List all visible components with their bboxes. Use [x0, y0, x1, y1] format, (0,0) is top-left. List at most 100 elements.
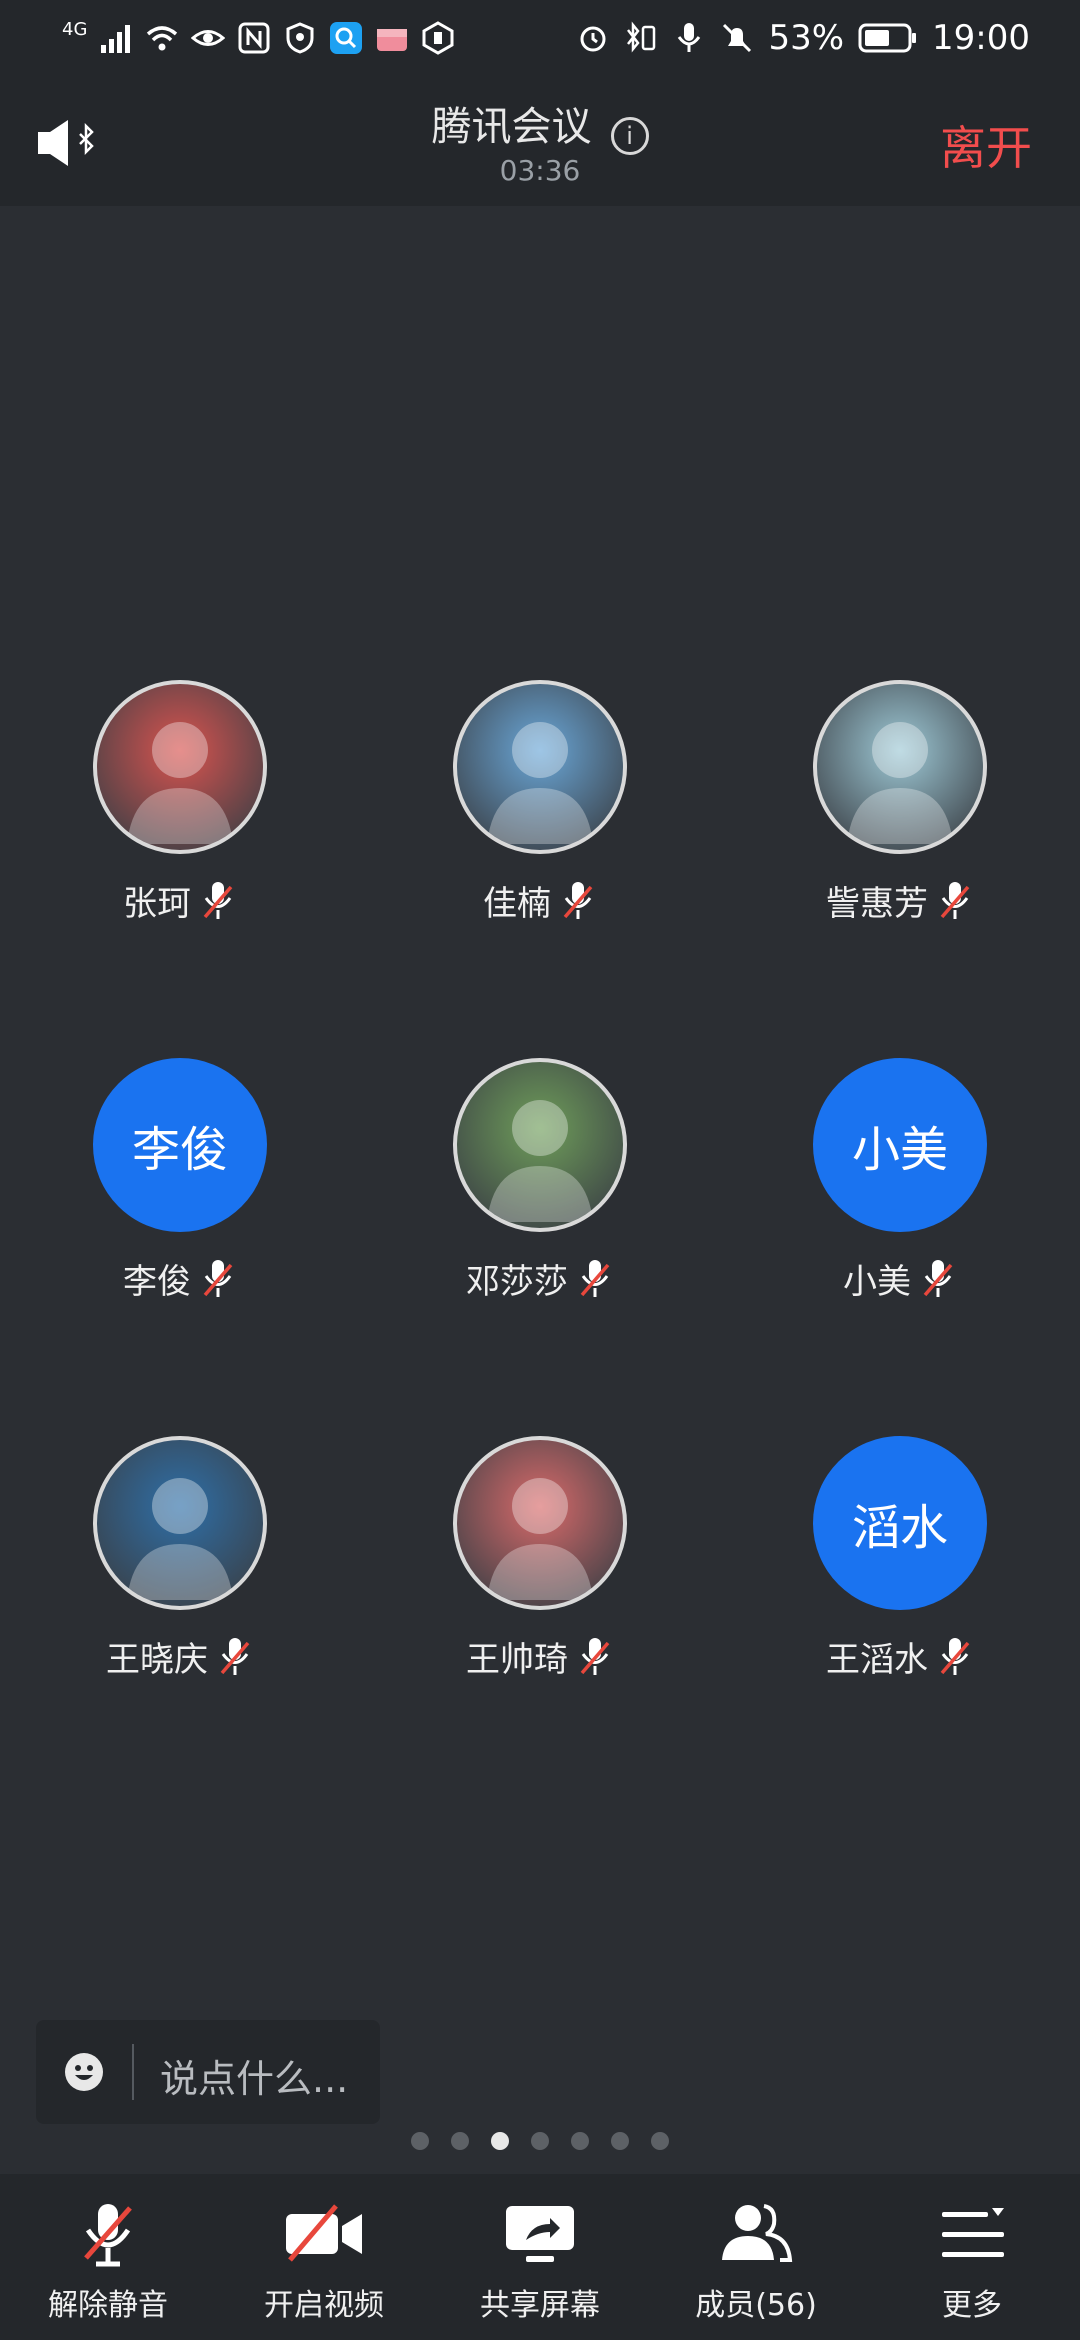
more-menu-icon [942, 2208, 1004, 2257]
participant-avatar [813, 680, 987, 854]
notification-muted-icon [723, 23, 752, 53]
microphone-muted-icon [580, 1637, 610, 1675]
meeting-header: 腾讯会议 i 03:36 离开 [0, 76, 1080, 206]
chat-input[interactable]: 说点什么... [36, 2020, 380, 2124]
info-icon[interactable]: i [610, 116, 649, 155]
members-label: 成员(56) [695, 2288, 817, 2323]
participant-tile[interactable]: 小美 小美 [720, 1058, 1080, 1303]
participant-name: 王帅琦 [466, 1640, 568, 1680]
microphone-muted-icon [940, 881, 970, 919]
bottom-toolbar: 解除静音 开启视频 共享屏幕 成员(56) 更多 [0, 2174, 1080, 2340]
participant-tile[interactable]: 王晓庆 [0, 1436, 360, 1681]
status-left-icons: 4G [62, 14, 455, 62]
share-screen-button[interactable]: 共享屏幕 [432, 2198, 648, 2324]
participant-tile[interactable]: 王帅琦 [360, 1436, 720, 1681]
participant-name-row: 邓莎莎 [360, 1254, 720, 1303]
share-screen-label: 共享屏幕 [480, 2288, 600, 2323]
microphone-muted-icon [220, 1637, 250, 1675]
start-video-label: 开启视频 [264, 2288, 384, 2323]
participant-avatar [93, 1436, 267, 1610]
status-right-icons: 53% 19:00 [576, 14, 1030, 62]
participant-name: 佳楠 [483, 884, 551, 924]
participant-name: 李俊 [123, 1262, 191, 1302]
participant-avatar [93, 680, 267, 854]
participant-name: 王滔水 [826, 1640, 928, 1680]
participant-avatar [453, 1058, 627, 1232]
microphone-muted-icon [203, 881, 233, 919]
avatar-initials: 李俊 [131, 1122, 228, 1178]
microphone-muted-icon [563, 881, 593, 919]
status-bar: 4G 53% 19:00 [0, 0, 1080, 76]
microphone-muted-icon [923, 1259, 953, 1297]
microphone-muted-icon [84, 2204, 132, 2267]
page-indicator [0, 2132, 1080, 2150]
more-label: 更多 [942, 2288, 1002, 2323]
meeting-title-wrap: 腾讯会议 i [0, 94, 1080, 155]
page-dot[interactable] [411, 2132, 429, 2150]
participant-name-row: 佳楠 [360, 876, 720, 925]
participant-avatar [453, 1436, 627, 1610]
search-app-icon [330, 22, 363, 54]
unmute-label: 解除静音 [48, 2288, 168, 2323]
microphone-muted-icon [580, 1259, 610, 1297]
battery-percent: 53% [768, 18, 845, 58]
participant-name-row: 訾惠芳 [720, 876, 1080, 925]
start-video-button[interactable]: 开启视频 [216, 2198, 432, 2324]
meeting-title: 腾讯会议 [431, 104, 592, 150]
network-type: 4G [62, 18, 88, 40]
participant-avatar: 小美 [813, 1058, 987, 1232]
avatar-initials: 小美 [851, 1122, 948, 1178]
participant-tile[interactable]: 邓莎莎 [360, 1058, 720, 1303]
nfc-icon [238, 22, 270, 54]
microphone-muted-icon [940, 1637, 970, 1675]
video-off-icon [286, 2204, 362, 2262]
microphone-icon [678, 23, 701, 52]
participant-tile[interactable]: 张珂 [0, 680, 360, 925]
page-dot[interactable] [571, 2132, 589, 2150]
participant-tile[interactable]: 李俊 李俊 [0, 1058, 360, 1303]
meeting-timer: 03:36 [499, 154, 581, 187]
leave-button[interactable]: 离开 [940, 112, 1032, 178]
participant-name: 王晓庆 [106, 1640, 208, 1680]
participant-name-row: 李俊 [0, 1254, 360, 1303]
wifi-icon [147, 26, 178, 51]
emoji-icon[interactable] [64, 2052, 104, 2092]
signal-icon [101, 25, 131, 53]
members-icon [722, 2204, 793, 2262]
page-dot[interactable] [611, 2132, 629, 2150]
alarm-icon [580, 26, 606, 52]
gift-app-icon [377, 29, 408, 51]
microphone-muted-icon [203, 1259, 233, 1297]
chat-divider [132, 2044, 134, 2100]
participant-avatar [453, 680, 627, 854]
more-button[interactable]: 更多 [864, 2198, 1080, 2324]
participant-tile[interactable]: 滔水王滔水 [720, 1436, 1080, 1681]
participant-avatar: 滔水 [813, 1436, 987, 1610]
participant-name-row: 王帅琦 [360, 1632, 720, 1681]
hand-stop-icon [422, 21, 454, 55]
battery-icon [858, 23, 917, 53]
clock: 19:00 [932, 18, 1030, 58]
page-dot[interactable] [531, 2132, 549, 2150]
page-dot[interactable] [651, 2132, 669, 2150]
avatar-initials: 滔水 [851, 1500, 948, 1556]
page-dot[interactable] [491, 2132, 509, 2150]
participant-name-row: 王滔水 [720, 1632, 1080, 1681]
participant-tile[interactable]: 訾惠芳 [720, 680, 1080, 925]
participant-name: 邓莎莎 [466, 1262, 568, 1302]
participant-name-row: 小美 [720, 1254, 1080, 1303]
share-screen-icon [506, 2206, 574, 2262]
participant-name: 小美 [843, 1262, 911, 1302]
participant-avatar: 李俊 [93, 1058, 267, 1232]
eye-icon [191, 30, 226, 46]
participant-tile[interactable]: 佳楠 [360, 680, 720, 925]
shield-icon [286, 22, 314, 54]
participant-name-row: 张珂 [0, 876, 360, 925]
unmute-button[interactable]: 解除静音 [0, 2198, 216, 2324]
participant-name: 訾惠芳 [826, 884, 928, 924]
chat-placeholder: 说点什么... [160, 2057, 349, 2101]
members-button[interactable]: 成员(56) [648, 2198, 864, 2324]
page-dot[interactable] [451, 2132, 469, 2150]
participant-name: 张珂 [123, 884, 191, 924]
bluetooth-battery-icon [627, 21, 656, 53]
